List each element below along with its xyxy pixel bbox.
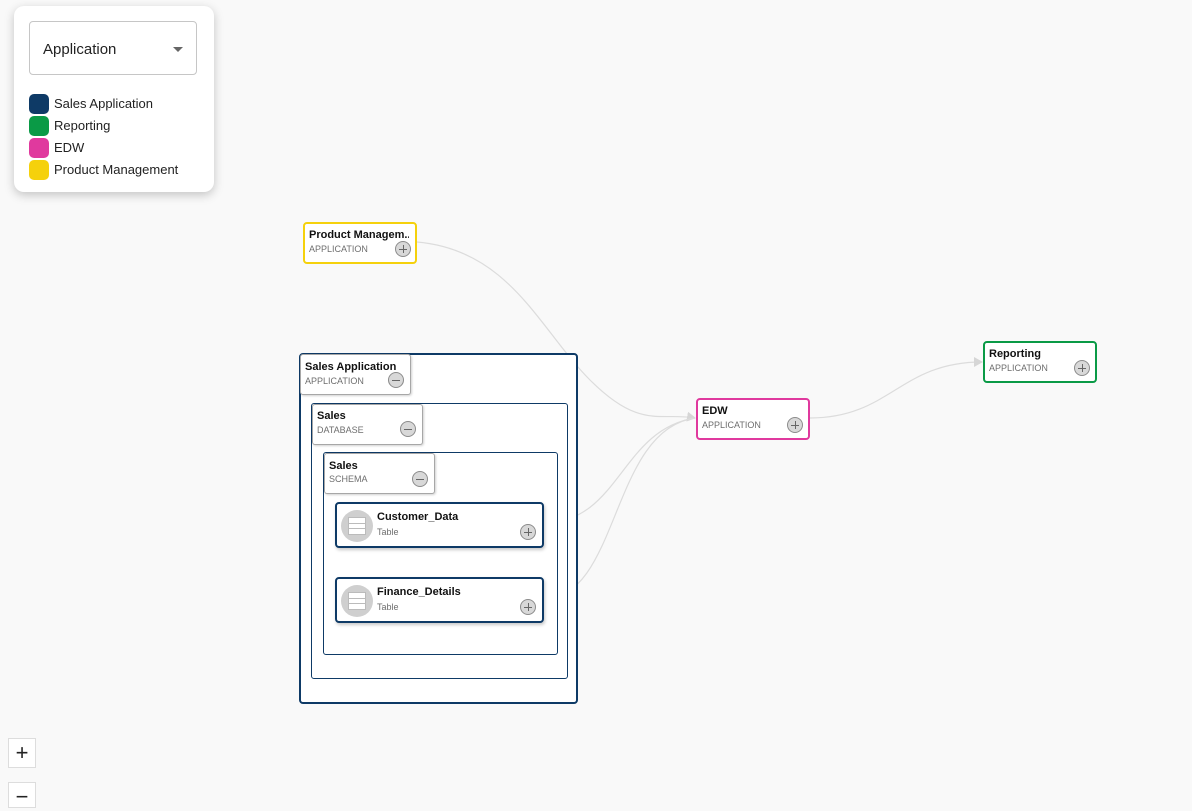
table-icon [341, 585, 373, 617]
zoom-in-button[interactable]: + [8, 738, 36, 768]
customer-data-node[interactable]: Customer_Data Table [335, 502, 544, 548]
dropdown-value: Application [43, 41, 117, 58]
legend-label: Reporting [54, 118, 111, 133]
legend-swatch [29, 116, 49, 136]
legend-label: Product Management [54, 162, 179, 177]
node-type: DATABASE [317, 425, 364, 435]
legend-label: EDW [54, 140, 85, 155]
node-type: Table [377, 602, 399, 612]
node-type: SCHEMA [329, 474, 368, 484]
node-title: Finance_Details [377, 586, 461, 598]
edw-node[interactable]: EDW APPLICATION [696, 398, 810, 440]
chevron-down-icon [173, 47, 183, 52]
node-title: Sales [329, 460, 358, 472]
product-management-node[interactable]: Product Managem... APPLICATION [303, 222, 417, 264]
node-type: APPLICATION [702, 420, 761, 430]
table-icon [341, 510, 373, 542]
node-type: APPLICATION [989, 363, 1048, 373]
node-title: EDW [702, 405, 728, 417]
edge-edw-to-reporting [809, 357, 983, 419]
node-title: Sales Application [305, 361, 397, 373]
reporting-node[interactable]: Reporting APPLICATION [983, 341, 1097, 383]
collapse-button[interactable] [388, 372, 404, 388]
node-title: Product Managem... [309, 229, 409, 241]
expand-button[interactable] [1074, 360, 1090, 376]
legend-label: Sales Application [54, 96, 154, 111]
zoom-out-button[interactable]: − [8, 782, 36, 809]
legend-swatch [29, 138, 49, 158]
legend-swatch [29, 160, 49, 180]
collapse-button[interactable] [400, 421, 416, 437]
node-type: Table [377, 527, 399, 537]
legend-swatch [29, 94, 49, 114]
expand-button[interactable] [787, 417, 803, 433]
expand-button[interactable] [395, 241, 411, 257]
sales-database-header[interactable]: Sales DATABASE [312, 404, 423, 445]
view-type-dropdown[interactable]: Application [29, 21, 197, 75]
node-title: Reporting [989, 348, 1041, 360]
node-type: APPLICATION [309, 244, 368, 254]
expand-button[interactable] [520, 599, 536, 615]
node-title: Sales [317, 410, 346, 422]
sales-application-header[interactable]: Sales Application APPLICATION [300, 354, 411, 395]
collapse-button[interactable] [412, 471, 428, 487]
legend-panel: Application Sales Application Reporting … [14, 6, 214, 192]
finance-details-node[interactable]: Finance_Details Table [335, 577, 544, 623]
sales-schema-header[interactable]: Sales SCHEMA [324, 453, 435, 494]
plus-icon: + [15, 740, 29, 765]
minus-icon: − [15, 784, 29, 809]
node-title: Customer_Data [377, 511, 459, 523]
node-type: APPLICATION [305, 376, 364, 386]
expand-button[interactable] [520, 524, 536, 540]
